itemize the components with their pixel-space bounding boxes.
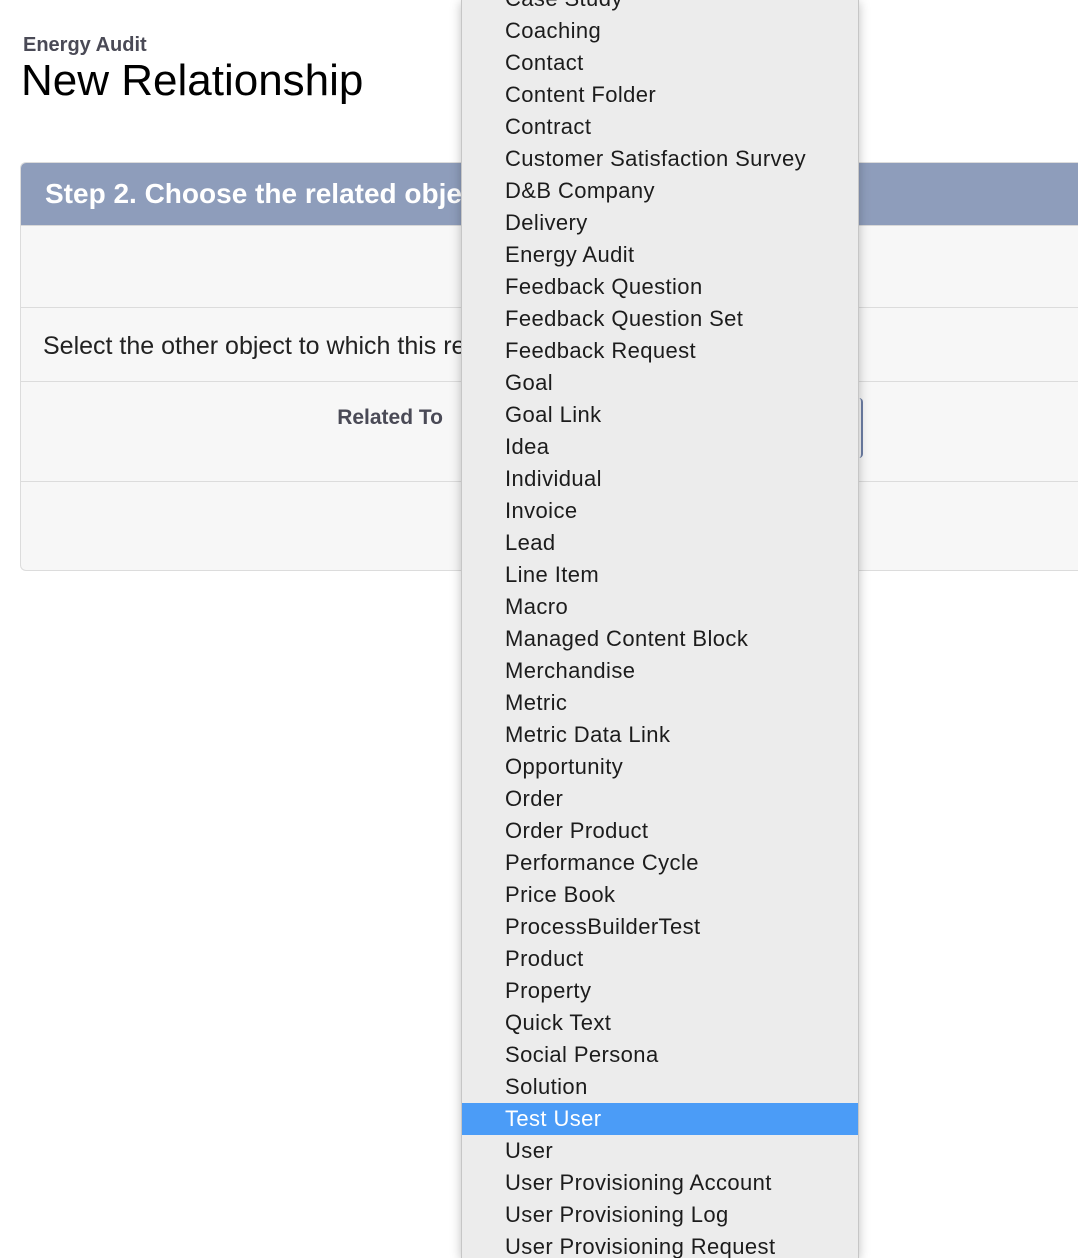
dropdown-option[interactable]: Macro <box>462 591 858 623</box>
dropdown-option[interactable]: D&B Company <box>462 175 858 207</box>
dropdown-option[interactable]: Case Study <box>462 0 858 15</box>
dropdown-option[interactable]: Invoice <box>462 495 858 527</box>
dropdown-option[interactable]: Goal <box>462 367 858 399</box>
dropdown-option[interactable]: Coaching <box>462 15 858 47</box>
dropdown-option[interactable]: Line Item <box>462 559 858 591</box>
dropdown-option[interactable]: Content Folder <box>462 79 858 111</box>
dropdown-option[interactable]: Property <box>462 975 858 1007</box>
dropdown-option[interactable]: Order Product <box>462 815 858 847</box>
dropdown-option[interactable]: Energy Audit <box>462 239 858 271</box>
dropdown-option-selected[interactable]: Test User <box>462 1103 858 1135</box>
dropdown-option[interactable]: Price Book <box>462 879 858 911</box>
dropdown-option[interactable]: Customer Satisfaction Survey <box>462 143 858 175</box>
dropdown-option[interactable]: Metric Data Link <box>462 719 858 751</box>
dropdown-option[interactable]: Contract <box>462 111 858 143</box>
dropdown-option[interactable]: User <box>462 1135 858 1167</box>
dropdown-option[interactable]: Individual <box>462 463 858 495</box>
dropdown-option[interactable]: Opportunity <box>462 751 858 783</box>
dropdown-option[interactable]: User Provisioning Log <box>462 1199 858 1231</box>
breadcrumb: Energy Audit <box>23 34 147 56</box>
dropdown-option[interactable]: Order <box>462 783 858 815</box>
dropdown-option[interactable]: Quick Text <box>462 1007 858 1039</box>
dropdown-option[interactable]: Lead <box>462 527 858 559</box>
dropdown-option[interactable]: Solution <box>462 1071 858 1103</box>
dropdown-option[interactable]: Delivery <box>462 207 858 239</box>
dropdown-option[interactable]: User Provisioning Request <box>462 1231 858 1258</box>
dropdown-option[interactable]: Social Persona <box>462 1039 858 1071</box>
dropdown-option[interactable]: Metric <box>462 687 858 719</box>
dropdown-options: Case StudyCoachingContactContent FolderC… <box>462 0 858 1258</box>
dropdown-option[interactable]: User Provisioning Account <box>462 1167 858 1199</box>
dropdown-option[interactable]: Goal Link <box>462 399 858 431</box>
dropdown-option[interactable]: Merchandise <box>462 655 858 687</box>
dropdown-option[interactable]: Feedback Request <box>462 335 858 367</box>
dropdown-option[interactable]: Performance Cycle <box>462 847 858 879</box>
dropdown-option[interactable]: Contact <box>462 47 858 79</box>
page-title: New Relationship <box>21 56 364 105</box>
dropdown-option[interactable]: Idea <box>462 431 858 463</box>
related-to-label: Related To <box>337 406 443 429</box>
dropdown-option[interactable]: Product <box>462 943 858 975</box>
dropdown-option[interactable]: Feedback Question <box>462 271 858 303</box>
dropdown-option[interactable]: Managed Content Block <box>462 623 858 655</box>
dropdown-option[interactable]: Feedback Question Set <box>462 303 858 335</box>
dropdown-option[interactable]: ProcessBuilderTest <box>462 911 858 943</box>
object-dropdown-list[interactable]: Case StudyCoachingContactContent FolderC… <box>461 0 859 1258</box>
